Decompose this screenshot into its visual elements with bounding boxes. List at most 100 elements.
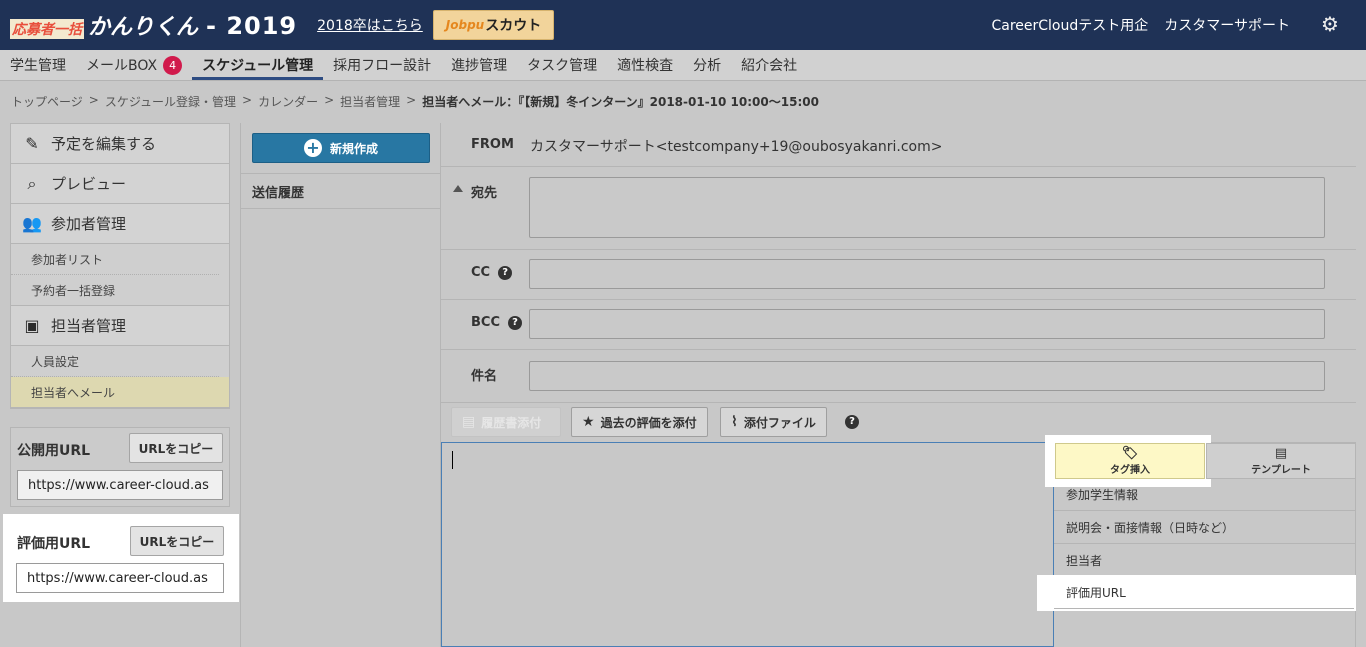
cc-field[interactable] xyxy=(529,259,1325,289)
cc-label-wrap: CC? xyxy=(471,265,513,280)
nav-task[interactable]: タスク管理 xyxy=(527,50,597,81)
nav-label: タスク管理 xyxy=(527,58,598,74)
subject-field[interactable] xyxy=(529,361,1325,391)
from-row: FROM カスタマーサポート<testcompany+19@oubosyakan… xyxy=(441,123,1357,167)
tag-item-staff[interactable]: 担当者 xyxy=(1054,544,1356,577)
bcc-label-wrap: BCC? xyxy=(471,315,522,330)
eval-url-box: 評価用URL URLをコピー https://www.career-cloud.… xyxy=(3,514,239,602)
breadcrumb-sep: > xyxy=(406,93,417,107)
nav-schedule[interactable]: スケジュール管理 xyxy=(192,50,324,81)
from-value: カスタマーサポート<testcompany+19@oubosyakanri.co… xyxy=(530,139,943,155)
logo-year-text: - 2019 xyxy=(206,12,298,40)
scout-button[interactable]: Jobpu スカウト xyxy=(432,10,555,40)
nav-agency[interactable]: 紹介会社 xyxy=(741,50,797,81)
tag-item-eval-url[interactable]: 評価用URL xyxy=(1054,577,1354,609)
sidebar-item-staff-mail[interactable]: 担当者へメール xyxy=(11,377,229,408)
tag-icon: 🏷 xyxy=(1121,446,1139,461)
sidebar-item-label: 担当者管理 xyxy=(51,317,127,335)
public-url-label: 公開用URL xyxy=(17,443,91,459)
users-icon: 👥 xyxy=(22,214,42,233)
mail-count-badge: 4 xyxy=(163,55,183,75)
sidebar: ✎ 予定を編集する ⌕ プレビュー 👥 参加者管理 参加者リスト 予約者一括登録… xyxy=(10,123,230,409)
copy-eval-url-button[interactable]: URLをコピー xyxy=(130,526,224,556)
logo-small-text: 応募者一括 xyxy=(10,19,84,39)
pencil-icon: ✎ xyxy=(25,134,39,153)
sidebar-item-label: 参加者管理 xyxy=(51,215,127,233)
sidebar-item-participant-list[interactable]: 参加者リスト xyxy=(11,244,219,275)
sidebar-item-preview[interactable]: ⌕ プレビュー xyxy=(11,164,229,204)
sidebar-item-staff[interactable]: ▣ 担当者管理 xyxy=(11,306,229,346)
to-field[interactable] xyxy=(529,177,1325,238)
bcc-field[interactable] xyxy=(529,309,1325,339)
previous-year-link[interactable]: 2018卒はこちら xyxy=(317,15,423,35)
cc-row: CC? xyxy=(441,250,1357,300)
tab-tag-label: タグ挿入 xyxy=(1110,465,1150,476)
eval-url-field[interactable]: https://www.career-cloud.as xyxy=(16,563,224,593)
company-name[interactable]: CareerCloudテスト用企 xyxy=(991,15,1148,35)
gear-icon[interactable]: ⚙ xyxy=(1320,14,1340,34)
sidebar-item-edit[interactable]: ✎ 予定を編集する xyxy=(11,124,229,164)
sidebar-item-participants[interactable]: 👥 参加者管理 xyxy=(11,204,229,244)
tab-template[interactable]: ▤ テンプレート xyxy=(1206,443,1356,479)
sent-history-tab[interactable]: 送信履歴 xyxy=(241,173,441,209)
breadcrumb-staff[interactable]: 担当者管理 xyxy=(340,93,400,110)
nav-mailbox[interactable]: メールBOX 4 xyxy=(86,50,183,81)
attach-file-label: 添付ファイル xyxy=(743,415,816,430)
scout-label: スカウト xyxy=(485,18,542,34)
sidebar-item-staff-settings[interactable]: 人員設定 xyxy=(11,346,219,377)
attach-file-button[interactable]: ⌇ 添付ファイル xyxy=(720,407,827,437)
nav-aptitude[interactable]: 適性検査 xyxy=(617,50,673,81)
help-icon[interactable]: ? xyxy=(845,415,859,429)
breadcrumb: トップページ > スケジュール登録・管理 > カレンダー > 担当者管理 > 担… xyxy=(11,93,819,110)
tag-item-highlight: 評価用URL xyxy=(1037,575,1364,611)
breadcrumb-top[interactable]: トップページ xyxy=(11,93,83,110)
nav-label: 適性検査 xyxy=(617,58,674,74)
tag-item-session-info[interactable]: 説明会・面接情報（日時など） xyxy=(1054,511,1356,544)
new-mail-button[interactable]: + 新規作成 xyxy=(252,133,430,163)
nav-label: 分析 xyxy=(693,58,722,74)
nav-flow[interactable]: 採用フロー設計 xyxy=(333,50,431,81)
user-name[interactable]: カスタマーサポート xyxy=(1164,15,1290,35)
eval-url-label: 評価用URL xyxy=(17,536,91,552)
text-caret xyxy=(452,451,453,469)
breadcrumb-calendar[interactable]: カレンダー xyxy=(258,93,318,110)
sidebar-item-label: 予定を編集する xyxy=(51,135,157,153)
page-scrollbar[interactable] xyxy=(1356,81,1366,647)
collapse-triangle-icon[interactable] xyxy=(453,185,463,192)
subject-label: 件名 xyxy=(471,369,498,384)
attach-eval-button[interactable]: ★ 過去の評価を添付 xyxy=(571,407,708,437)
breadcrumb-sep: > xyxy=(324,93,335,107)
logo-main-text: かんりくん xyxy=(88,15,199,40)
document-icon: ▤ xyxy=(462,414,476,430)
copy-public-url-button[interactable]: URLをコピー xyxy=(129,433,223,463)
nav-analysis[interactable]: 分析 xyxy=(693,50,721,81)
public-url-box: 公開用URL URLをコピー https://www.career-cloud.… xyxy=(10,427,230,507)
sidebar-item-label: プレビュー xyxy=(51,175,127,193)
help-icon[interactable]: ? xyxy=(508,315,522,330)
to-label: 宛先 xyxy=(471,186,498,201)
magnifier-icon: ⌕ xyxy=(27,173,37,193)
plus-icon: + xyxy=(303,139,322,157)
mail-body-editor[interactable] xyxy=(441,442,1054,647)
public-url-field[interactable]: https://www.career-cloud.as xyxy=(17,470,223,500)
compose-toolbar: ▤ 履歴書添付 ★ 過去の評価を添付 ⌇ 添付ファイル ? xyxy=(441,403,1357,443)
tag-item-student-info[interactable]: 参加学生情報 xyxy=(1054,478,1356,511)
sidebar-menu: ✎ 予定を編集する ⌕ プレビュー 👥 参加者管理 参加者リスト 予約者一括登録… xyxy=(10,123,230,409)
bcc-label: BCC xyxy=(471,315,500,330)
breadcrumb-sep: > xyxy=(242,93,253,107)
mail-list-column: + 新規作成 送信履歴 xyxy=(240,123,441,647)
help-icon[interactable]: ? xyxy=(498,265,513,280)
app-logo[interactable]: 応募者一括 かんりくん - 2019 xyxy=(10,9,297,41)
nav-progress[interactable]: 進捗管理 xyxy=(451,50,507,81)
main-nav: 学生管理 メールBOX 4 スケジュール管理 採用フロー設計 進捗管理 タスク管理… xyxy=(0,50,1366,81)
new-mail-label: 新規作成 xyxy=(329,141,378,156)
nav-label: 進捗管理 xyxy=(451,58,508,74)
subject-row: 件名 xyxy=(441,350,1357,403)
nav-student[interactable]: 学生管理 xyxy=(10,50,66,81)
tab-tag-insert[interactable]: 🏷 タグ挿入 xyxy=(1055,443,1205,479)
breadcrumb-schedule[interactable]: スケジュール登録・管理 xyxy=(105,93,236,110)
from-label: FROM xyxy=(471,137,514,152)
sidebar-item-bulk-register[interactable]: 予約者一括登録 xyxy=(11,275,229,306)
attach-resume-button[interactable]: ▤ 履歴書添付 xyxy=(451,407,561,437)
cc-label: CC xyxy=(471,265,491,280)
